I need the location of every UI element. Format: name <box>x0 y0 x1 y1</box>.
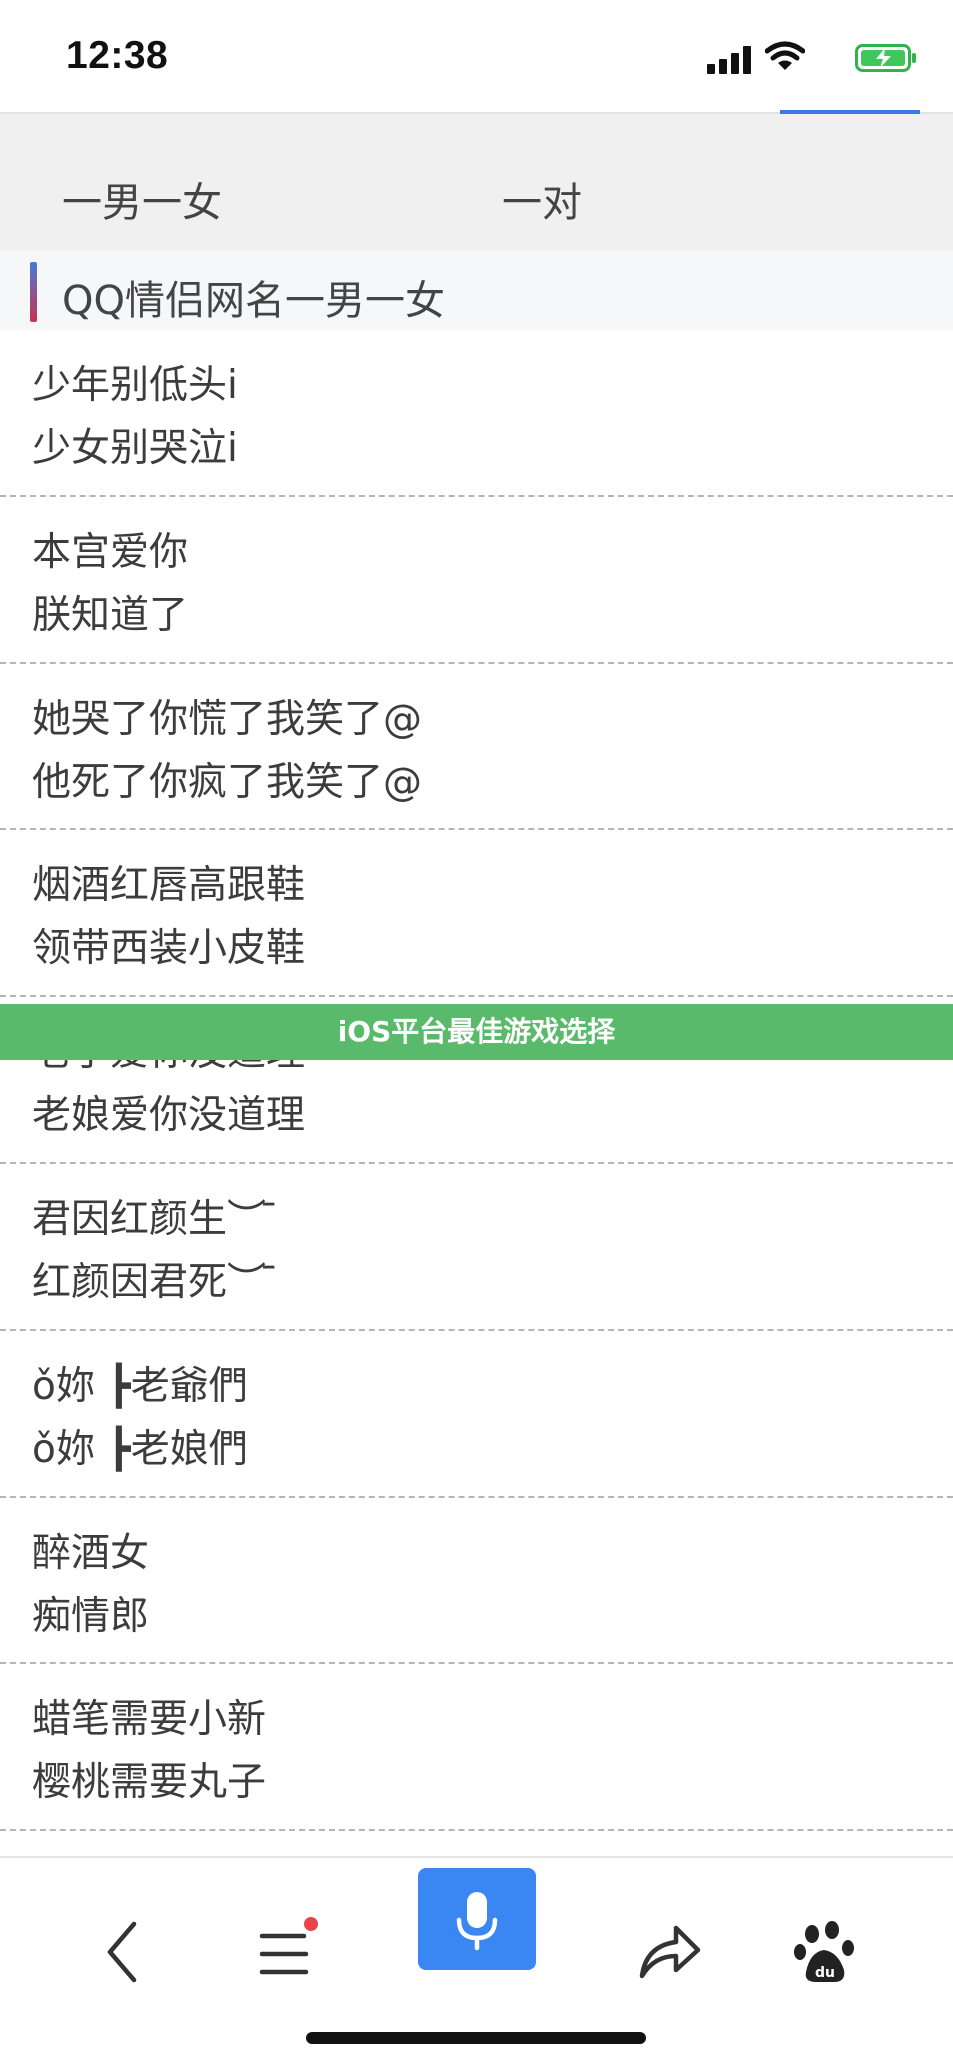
list-item: 君因红颜生︶ ̄ 红颜因君死︶ ̄ <box>0 1164 953 1331</box>
pair-line-2: 少女别哭泣i <box>32 426 238 471</box>
wifi-icon <box>765 41 805 70</box>
pair-line-2: 他死了你疯了我笑了@ <box>32 759 423 805</box>
back-icon[interactable] <box>82 1912 162 1992</box>
section-title: QQ情侣网名一男一女 <box>62 278 445 324</box>
pair-line-1: 烟酒红唇高跟鞋 <box>32 863 306 909</box>
tab-pair[interactable]: 一对 <box>502 170 582 228</box>
list-item: 蜡笔需要小新 樱桃需要丸子 <box>0 1664 953 1832</box>
pair-line-1: 蜡笔需要小新 <box>32 1697 267 1743</box>
overlay-banner: iOS平台最佳游戏选择 <box>0 1004 953 1060</box>
pair-line-2: 樱桃需要丸子 <box>32 1760 267 1806</box>
name-pair-list: 少年别低头i 少女别哭泣i 本宫爱你 朕知道了 她哭了你慌了我笑了@ 他死了你疯… <box>0 330 953 1832</box>
pair-line-2: 领带西装小皮鞋 <box>32 926 306 972</box>
cellular-signal-icon <box>707 46 751 74</box>
pair-line-1: 她哭了你慌了我笑了@ <box>32 696 423 742</box>
pair-line-2: 痴情郎 <box>32 1593 150 1639</box>
status-icons <box>697 38 917 78</box>
pair-line-1: ǒ妳 ┣老爺們 <box>32 1363 248 1409</box>
pair-line-2: 朕知道了 <box>32 592 189 638</box>
svg-text:du: du <box>815 1965 835 1981</box>
status-bar: 12:38 <box>0 0 953 114</box>
pair-line-1: 醉酒女 <box>32 1530 150 1576</box>
pair-line-2: 红颜因君死︶ ̄ <box>32 1259 279 1305</box>
status-time: 12:38 <box>66 34 169 77</box>
home-indicator[interactable] <box>306 2032 646 2044</box>
section-header: QQ情侣网名一男一女 <box>0 250 953 330</box>
baidu-paw-icon[interactable]: du <box>786 1912 866 1992</box>
pair-line-2: 老娘爱你没道理 <box>32 1093 306 1139</box>
list-item: 少年别低头i 少女别哭泣i <box>0 330 953 497</box>
pair-line-1: 君因红颜生︶ ̄ <box>32 1196 279 1242</box>
bottom-toolbar: du <box>0 1856 953 2066</box>
share-icon[interactable] <box>628 1912 708 1992</box>
pair-line-2: ǒ妳 ┣老娘們 <box>32 1426 248 1472</box>
list-item: ǒ妳 ┣老爺們 ǒ妳 ┣老娘們 <box>0 1331 953 1498</box>
tab-one-male-one-female[interactable]: 一男一女 <box>62 170 222 228</box>
section-accent-bar <box>30 262 37 322</box>
menu-icon[interactable] <box>244 1912 324 1992</box>
pair-line-1: 本宫爱你 <box>32 529 189 575</box>
list-item: 醉酒女 痴情郎 <box>0 1498 953 1665</box>
voice-search-button[interactable] <box>418 1868 536 1970</box>
microphone-icon <box>456 1892 498 1951</box>
pair-line-1: 少年别低头i <box>32 363 238 408</box>
tab-bar: 一男一女 一对 <box>0 114 953 250</box>
list-item: 烟酒红唇高跟鞋 领带西装小皮鞋 <box>0 830 953 998</box>
list-item: 本宫爱你 朕知道了 <box>0 497 953 664</box>
notification-dot <box>304 1917 318 1931</box>
battery-charging-icon <box>855 44 916 72</box>
list-item: 她哭了你慌了我笑了@ 他死了你疯了我笑了@ <box>0 664 953 831</box>
